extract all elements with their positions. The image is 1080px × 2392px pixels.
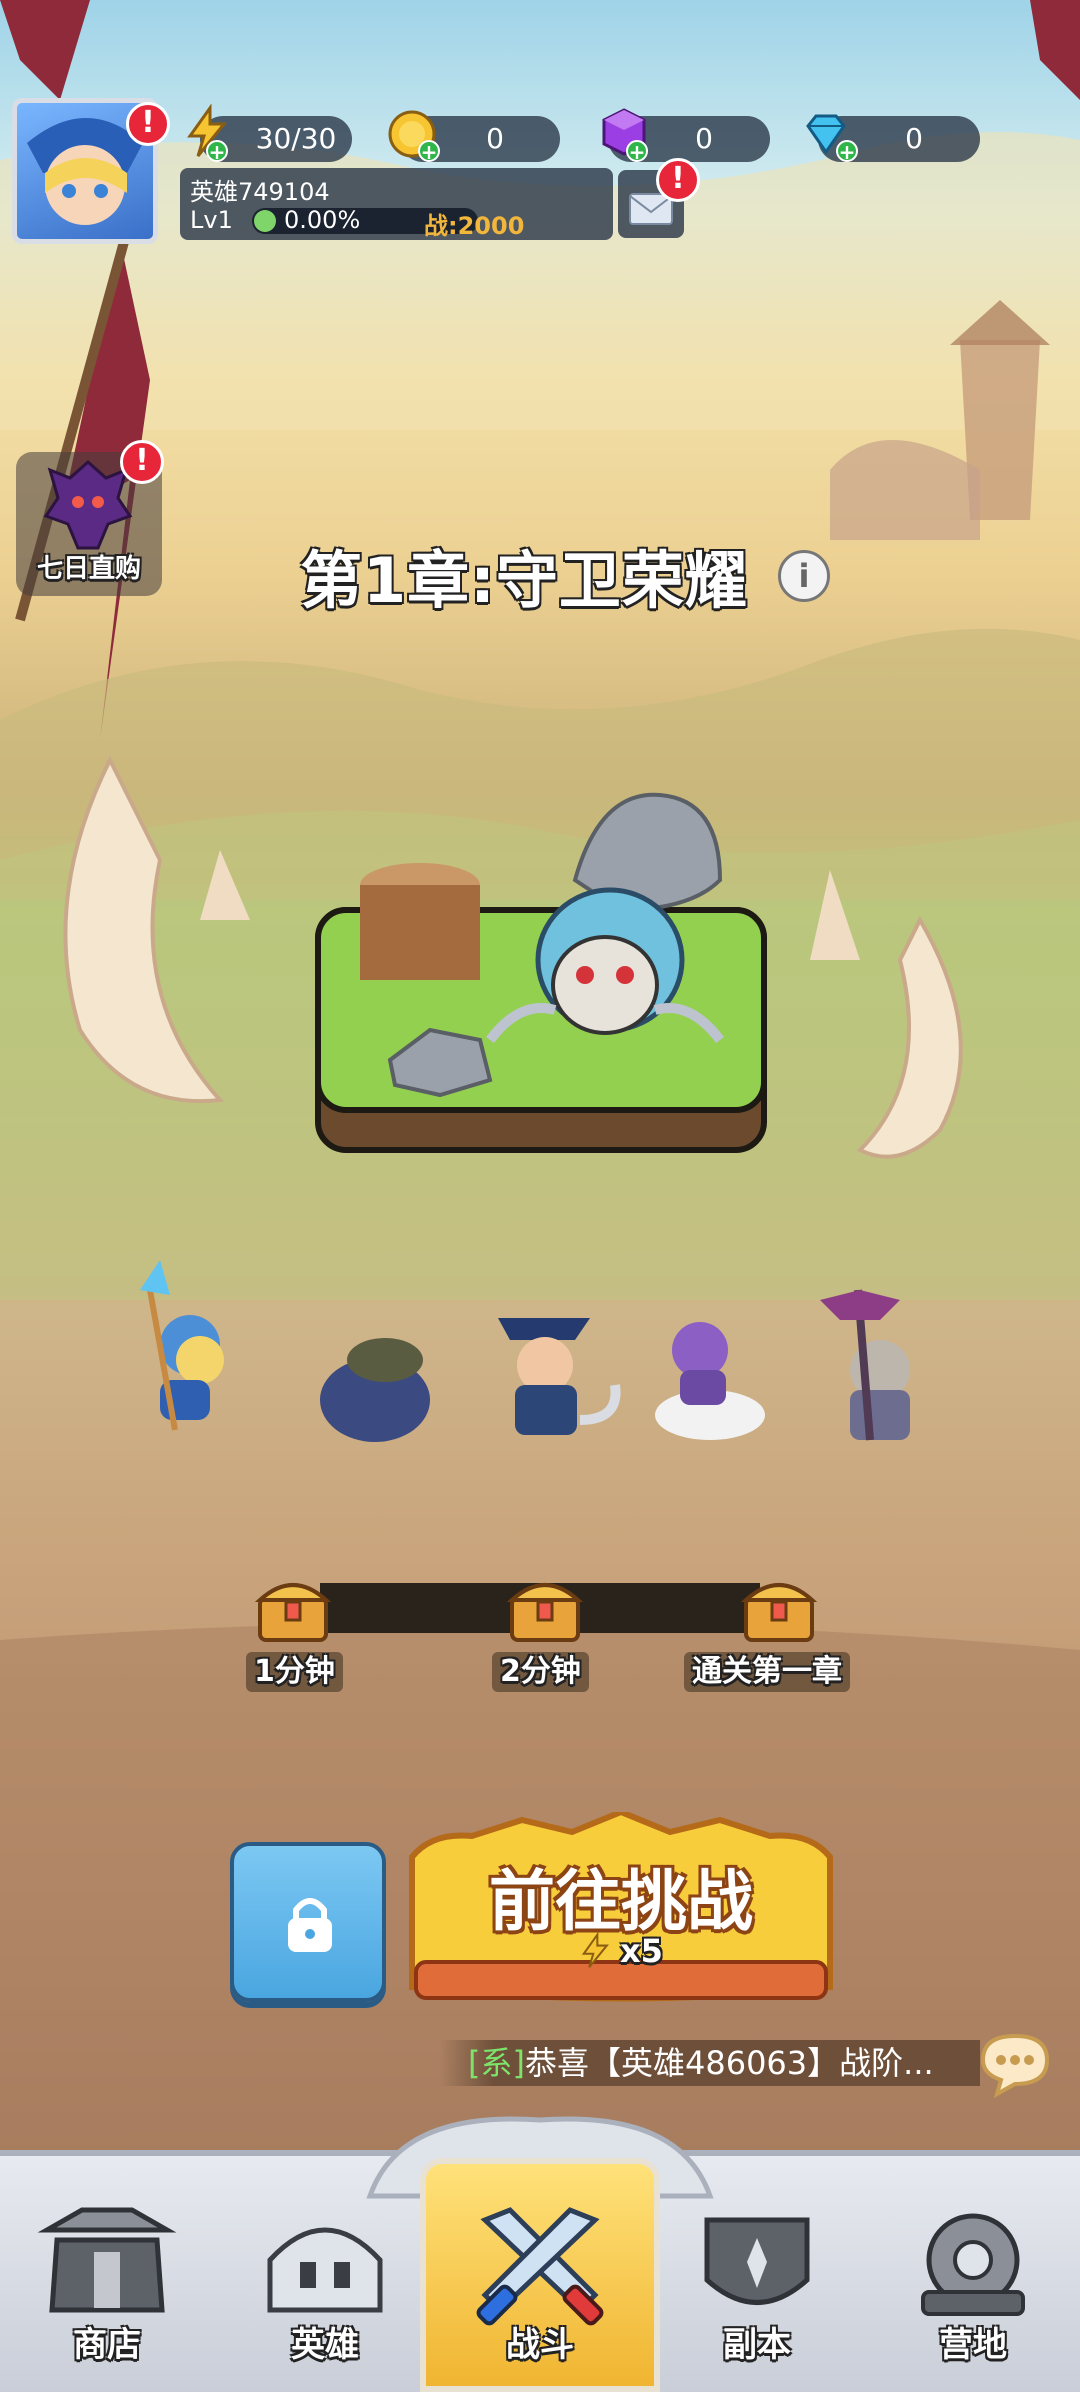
treasure-chest-icon[interactable] xyxy=(740,1568,818,1646)
challenge-label: 前往挑战 xyxy=(489,1863,753,1940)
event-alert-badge: ! xyxy=(120,440,164,484)
diamond-add-icon[interactable]: + xyxy=(836,140,858,162)
challenge-button[interactable]: 前往挑战 x5 xyxy=(402,1812,840,2007)
nav-item-shop[interactable]: 商店 xyxy=(22,2200,192,2380)
player-info-panel[interactable]: 英雄749104 Lv1 0.00% 战:2000 xyxy=(180,168,613,240)
challenge-cost: x5 xyxy=(620,1932,663,1970)
diamond-value: 0 xyxy=(905,122,923,155)
mail-alert-badge: ! xyxy=(656,158,700,202)
shop-icon xyxy=(37,2207,177,2313)
lock-icon xyxy=(288,1898,332,1952)
nav-label: 英雄 xyxy=(291,2325,359,2365)
gem-value: 0 xyxy=(695,122,713,155)
avatar-alert-badge: ! xyxy=(126,102,170,146)
system-chat-ticker[interactable]: [系]恭喜【英雄486063】战阶... xyxy=(440,2040,980,2086)
gold-value: 0 xyxy=(486,122,504,155)
lightning-icon xyxy=(581,1931,609,1968)
nav-item-dungeon[interactable]: 副本 xyxy=(672,2200,842,2380)
nav-label: 营地 xyxy=(939,2325,1007,2365)
alert-text: ! xyxy=(135,443,149,478)
stamina-add-icon[interactable]: + xyxy=(206,140,228,162)
auto-battle-lock-button[interactable] xyxy=(230,1842,386,2002)
seven-day-label: 七日直购 xyxy=(36,554,141,584)
helmet-icon xyxy=(267,2227,383,2313)
shield-icon xyxy=(704,2217,810,2305)
stamina-value: 30/30 xyxy=(255,122,337,155)
gold-add-icon[interactable]: + xyxy=(418,140,440,162)
nav-item-battle[interactable]: 战斗 xyxy=(455,2200,625,2380)
background-art xyxy=(0,0,1080,2150)
chat-bubble-icon[interactable] xyxy=(975,2030,1055,2098)
gear-icon xyxy=(921,2213,1025,2316)
chapter-info-button[interactable]: i xyxy=(778,550,830,602)
nav-item-heroes[interactable]: 英雄 xyxy=(240,2200,410,2380)
chat-message: 恭喜【英雄486063】战阶... xyxy=(524,2044,934,2082)
gem-add-icon[interactable]: + xyxy=(626,140,648,162)
system-tag: [系] xyxy=(468,2044,525,2082)
milestone-label: 2分钟 xyxy=(492,1652,589,1692)
player-name: 英雄749104 xyxy=(190,178,330,206)
alert-text: ! xyxy=(141,105,155,140)
nav-label: 商店 xyxy=(73,2325,141,2365)
exp-orb-icon xyxy=(254,210,276,232)
milestone-label: 1分钟 xyxy=(246,1652,343,1692)
milestone-label: 通关第一章 xyxy=(684,1652,850,1692)
chapter-title: 第1章:守卫荣耀 xyxy=(300,544,748,617)
nav-label: 副本 xyxy=(723,2325,791,2365)
info-icon: i xyxy=(798,557,810,595)
crossed-swords-icon xyxy=(476,2207,604,2326)
exp-percent: 0.00% xyxy=(284,206,361,234)
game-scene: ! 30/30 + 0 + 0 + 0 + 英雄749104 Lv1 0.00%… xyxy=(0,0,1080,2392)
nav-item-camp[interactable]: 营地 xyxy=(888,2200,1058,2380)
alert-text: ! xyxy=(671,161,685,196)
treasure-chest-icon[interactable] xyxy=(506,1568,584,1646)
player-level: Lv1 xyxy=(190,206,233,234)
treasure-chest-icon[interactable] xyxy=(254,1568,332,1646)
nav-label: 战斗 xyxy=(506,2325,574,2365)
combat-power: 战:2000 xyxy=(424,212,525,240)
